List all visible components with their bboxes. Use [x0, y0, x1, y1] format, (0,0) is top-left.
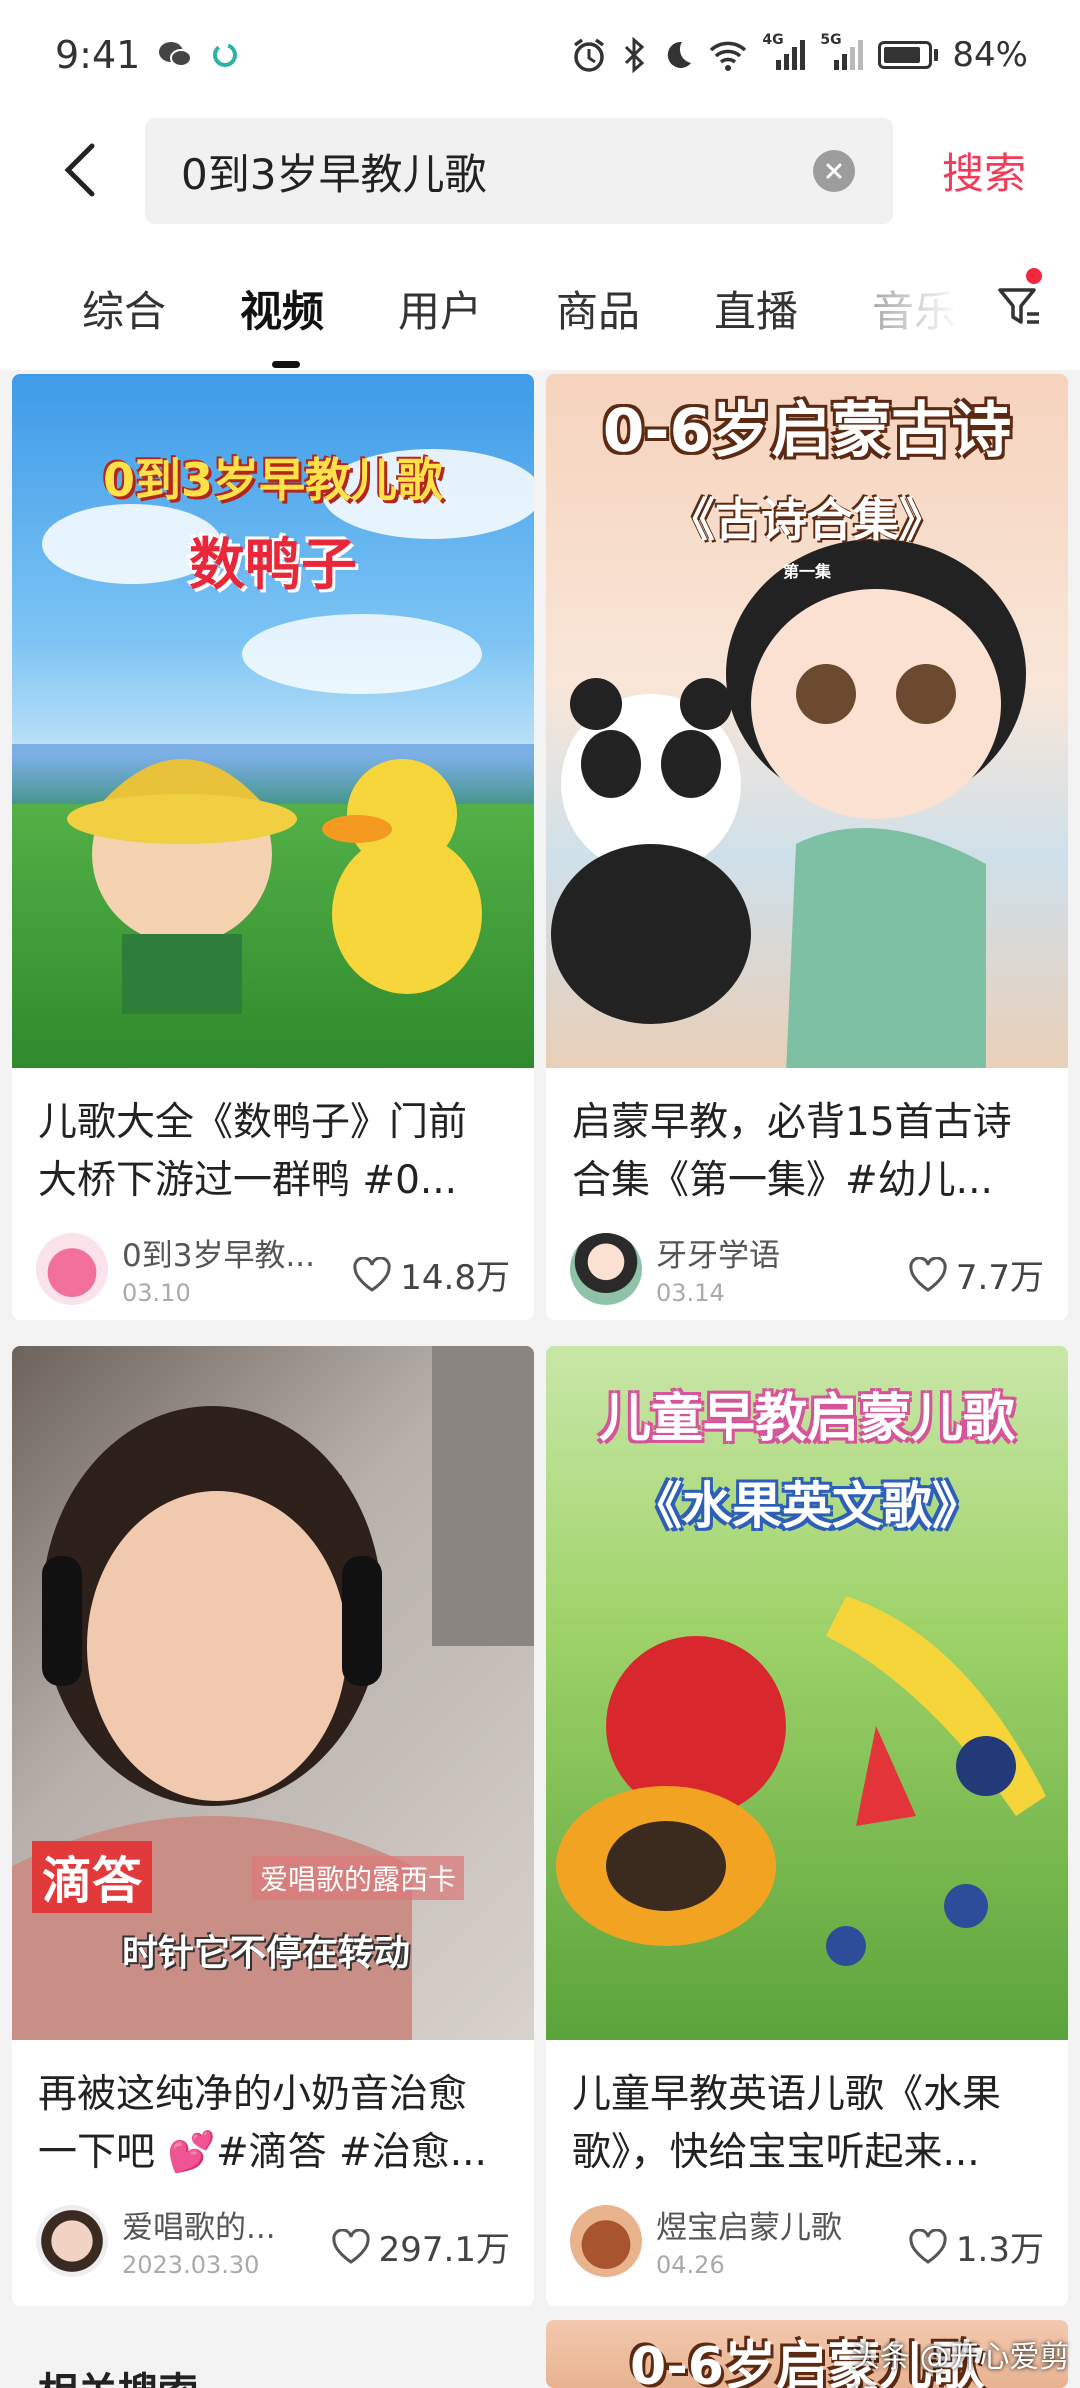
video-title-line: 一下吧 💕#滴答 #治愈...	[38, 2130, 487, 2175]
wechat-icon	[158, 40, 193, 70]
thumbnail-text: 0到3岁早教儿歌	[102, 453, 443, 507]
thumbnail-subtext: 《水果英文歌》	[632, 1477, 982, 1535]
back-arrow-icon[interactable]	[52, 140, 112, 200]
status-bar: 9:41 4G 5G 84%	[0, 0, 1080, 110]
video-title: 启蒙早教，必背15首古诗 合集《第一集》#幼儿...	[572, 1094, 1052, 1210]
screen: { "status_bar": { "time": "9:41", "batte…	[0, 0, 1080, 2388]
author[interactable]: 爱唱歌的... 2023.03.30	[36, 2202, 276, 2279]
thumbnail-subtext: 《古诗合集》	[669, 493, 945, 547]
video-card[interactable]: 0到3岁早教儿歌 数鸭子 儿歌大全《数鸭子》门前 大桥下游过一群鸭 #0... …	[12, 374, 534, 1320]
video-thumbnail[interactable]: 0-6岁启蒙古诗 《古诗合集》 第一集	[546, 374, 1068, 1068]
active-tab-indicator	[272, 361, 300, 368]
search-input[interactable]: 0到3岁早教儿歌	[145, 118, 893, 224]
tab-products[interactable]: 商品	[556, 278, 640, 339]
video-title-line: 歌》，快给宝宝听起来...	[572, 2130, 980, 2175]
heart-icon[interactable]	[908, 1256, 948, 1293]
avatar[interactable]	[36, 2204, 108, 2277]
tab-users[interactable]: 用户	[398, 278, 482, 339]
video-title: 再被这纯净的小奶音治愈 一下吧 💕#滴答 #治愈...	[38, 2066, 518, 2182]
search-header: 0到3岁早教儿歌 搜索	[0, 110, 1080, 230]
video-title-line: 合集《第一集》#幼儿...	[572, 1158, 993, 1203]
author-name[interactable]: 牙牙学语	[656, 1230, 780, 1275]
wifi-icon	[708, 38, 748, 72]
search-button[interactable]: 搜索	[942, 140, 1026, 201]
search-query: 0到3岁早教儿歌	[181, 149, 487, 199]
avatar[interactable]	[36, 1232, 108, 1305]
thumbnail-subtext: 爱唱歌的露西卡	[252, 1856, 465, 1900]
video-title-line: 再被这纯净的小奶音治愈	[38, 2072, 468, 2117]
thumbnail-caption: 时针它不停在转动	[122, 1933, 411, 1974]
author-name[interactable]: 煜宝启蒙儿歌	[656, 2202, 842, 2247]
tab-comprehensive[interactable]: 综合	[82, 278, 166, 339]
video-card[interactable]: 0-6岁启蒙古诗 《古诗合集》 第一集 启蒙早教，必背15首古诗 合集《第一集》…	[546, 374, 1068, 1320]
heart-icon[interactable]	[331, 2228, 371, 2265]
video-title: 儿歌大全《数鸭子》门前 大桥下游过一群鸭 #0...	[38, 1094, 518, 1210]
post-date: 04.26	[656, 2251, 725, 2279]
thumbnail-text: 0-6岁启蒙古诗	[602, 396, 1012, 466]
signal-5g-icon: 5G	[820, 32, 864, 72]
post-date: 2023.03.30	[122, 2251, 260, 2279]
filter-badge	[1026, 268, 1042, 284]
like-number: 297.1万	[378, 2230, 510, 2270]
avatar[interactable]	[570, 2204, 642, 2277]
author[interactable]: 煜宝启蒙儿歌 04.26	[570, 2202, 842, 2279]
clear-icon[interactable]	[813, 150, 855, 192]
time: 9:41	[55, 33, 141, 77]
like-count[interactable]: 7.7万	[908, 1250, 1044, 1299]
filter-icon[interactable]	[995, 282, 1045, 332]
thumbnail-text: 滴答	[32, 1841, 152, 1913]
author[interactable]: 牙牙学语 03.14	[570, 1230, 780, 1307]
thumbnail-episode: 第一集	[782, 562, 831, 581]
tab-video[interactable]: 视频	[240, 278, 324, 339]
video-card[interactable]: 儿童早教启蒙儿歌 《水果英文歌》 儿童早教英语儿歌《水果 歌》，快给宝宝听起来.…	[546, 1346, 1068, 2306]
video-title-line: 大桥下游过一群鸭 #0...	[38, 1158, 458, 1203]
thumbnail-text: 儿童早教启蒙儿歌	[598, 1389, 1015, 1449]
author[interactable]: 0到3岁早教... 03.10	[36, 1230, 315, 1307]
like-count[interactable]: 297.1万	[331, 2222, 510, 2271]
video-title-line: 儿童早教英语儿歌《水果	[572, 2072, 1002, 2117]
moon-icon	[660, 38, 694, 72]
category-tabs: 综合 视频 用户 商品 直播 音乐	[0, 230, 1080, 370]
like-number: 1.3万	[955, 2230, 1044, 2270]
video-thumbnail[interactable]: 儿童早教启蒙儿歌 《水果英文歌》	[546, 1346, 1068, 2040]
tab-live[interactable]: 直播	[714, 278, 798, 339]
video-card[interactable]: 滴答 爱唱歌的露西卡 时针它不停在转动 再被这纯净的小奶音治愈 一下吧 💕#滴答…	[12, 1346, 534, 2306]
heart-icon[interactable]	[352, 1256, 392, 1293]
battery-percent: 84%	[952, 35, 1028, 75]
watermark: 头条 @开心爱剪辑	[850, 2340, 1070, 2388]
avatar[interactable]	[570, 1232, 642, 1305]
like-number: 7.7万	[955, 1258, 1044, 1298]
video-thumbnail[interactable]: 滴答 爱唱歌的露西卡 时针它不停在转动	[12, 1346, 534, 2040]
signal-4g-icon: 4G	[762, 32, 806, 72]
author-name[interactable]: 爱唱歌的...	[122, 2202, 276, 2247]
heart-icon[interactable]	[908, 2228, 948, 2265]
post-date: 03.14	[656, 1279, 725, 1307]
tabs-fade	[840, 270, 990, 340]
like-count[interactable]: 14.8万	[352, 1250, 510, 1299]
thumbnail-subtext: 数鸭子	[189, 533, 357, 598]
like-number: 14.8万	[400, 1258, 510, 1298]
sync-icon	[210, 40, 240, 70]
post-date: 03.10	[122, 1279, 191, 1307]
related-search-heading: 相关搜索	[38, 2360, 198, 2388]
like-count[interactable]: 1.3万	[908, 2222, 1044, 2271]
video-title-line: 儿歌大全《数鸭子》门前	[38, 1100, 468, 1145]
video-thumbnail[interactable]: 0到3岁早教儿歌 数鸭子	[12, 374, 534, 1068]
video-title: 儿童早教英语儿歌《水果 歌》，快给宝宝听起来...	[572, 2066, 1052, 2182]
video-title-line: 启蒙早教，必背15首古诗	[572, 1100, 1012, 1145]
battery-icon	[878, 41, 939, 69]
bluetooth-icon	[622, 36, 646, 74]
author-name[interactable]: 0到3岁早教...	[122, 1230, 315, 1275]
alarm-icon	[570, 36, 608, 74]
